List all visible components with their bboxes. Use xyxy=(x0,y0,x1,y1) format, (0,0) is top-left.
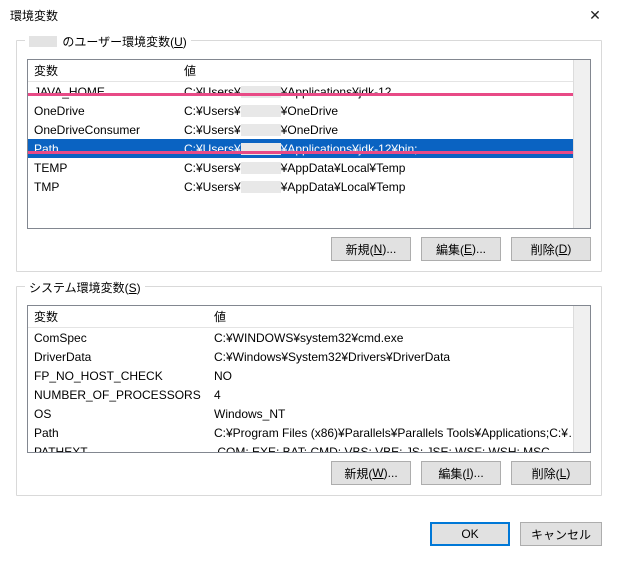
table-row[interactable]: OneDriveConsumerC:¥Users¥¥OneDrive xyxy=(28,120,590,139)
user-edit-button[interactable]: 編集(E)... xyxy=(421,237,501,261)
system-vars-legend: システム環境変数(S) xyxy=(25,279,145,296)
cell-name: ComSpec xyxy=(28,331,208,345)
cell-name: Path xyxy=(28,142,178,156)
system-vars-group: システム環境変数(S) 変数 値 ComSpecC:¥WINDOWS¥syste… xyxy=(16,286,602,496)
cell-value: C:¥WINDOWS¥system32¥cmd.exe xyxy=(208,331,590,345)
user-vars-group: のユーザー環境変数(U) 変数 値 JAVA_HOMEC:¥Users¥¥App… xyxy=(16,40,602,272)
table-row[interactable]: PATHEXT.COM;.EXE;.BAT;.CMD;.VBS;.VBE;.JS… xyxy=(28,442,590,452)
scrollbar[interactable] xyxy=(573,306,590,452)
cell-value: 4 xyxy=(208,388,590,402)
value-redacted xyxy=(241,105,281,117)
system-vars-header[interactable]: 変数 値 xyxy=(28,306,590,328)
value-redacted xyxy=(241,181,281,193)
user-new-button[interactable]: 新規(N)... xyxy=(331,237,411,261)
table-row[interactable]: ComSpecC:¥WINDOWS¥system32¥cmd.exe xyxy=(28,328,590,347)
cell-value: C:¥Program Files (x86)¥Parallels¥Paralle… xyxy=(208,426,590,440)
table-row[interactable]: TMPC:¥Users¥¥AppData¥Local¥Temp xyxy=(28,177,590,196)
cell-value: C:¥Users¥¥OneDrive xyxy=(178,104,590,118)
cell-name: NUMBER_OF_PROCESSORS xyxy=(28,388,208,402)
cancel-button[interactable]: キャンセル xyxy=(520,522,602,546)
user-delete-button[interactable]: 削除(D) xyxy=(511,237,591,261)
username-redacted xyxy=(29,36,57,47)
cell-value: C:¥Users¥¥Applications¥jdk-12 xyxy=(178,85,590,99)
cell-name: TEMP xyxy=(28,161,178,175)
table-row[interactable]: OneDriveC:¥Users¥¥OneDrive xyxy=(28,101,590,120)
cell-name: TMP xyxy=(28,180,178,194)
system-vars-buttons: 新規(W)... 編集(I)... 削除(L) xyxy=(27,461,591,485)
ok-button[interactable]: OK xyxy=(430,522,510,546)
user-vars-buttons: 新規(N)... 編集(E)... 削除(D) xyxy=(27,237,591,261)
col-header-name[interactable]: 変数 xyxy=(28,308,208,325)
user-vars-legend: のユーザー環境変数(U) xyxy=(25,33,191,50)
user-vars-header[interactable]: 変数 値 xyxy=(28,60,590,82)
system-vars-list[interactable]: 変数 値 ComSpecC:¥WINDOWS¥system32¥cmd.exeD… xyxy=(27,305,591,453)
value-redacted xyxy=(241,162,281,174)
cell-name: OneDrive xyxy=(28,104,178,118)
cell-value: Windows_NT xyxy=(208,407,590,421)
table-row[interactable]: DriverDataC:¥Windows¥System32¥Drivers¥Dr… xyxy=(28,347,590,366)
dialog-buttons: OK キャンセル xyxy=(0,522,618,560)
cell-name: FP_NO_HOST_CHECK xyxy=(28,369,208,383)
dialog-content: のユーザー環境変数(U) 変数 値 JAVA_HOMEC:¥Users¥¥App… xyxy=(0,30,618,522)
scrollbar[interactable] xyxy=(573,60,590,228)
cell-value: .COM;.EXE;.BAT;.CMD;.VBS;.VBE;.JS;.JSE;.… xyxy=(208,445,590,453)
value-redacted xyxy=(241,143,281,155)
system-delete-button[interactable]: 削除(L) xyxy=(511,461,591,485)
table-row[interactable]: TEMPC:¥Users¥¥AppData¥Local¥Temp xyxy=(28,158,590,177)
col-header-name[interactable]: 変数 xyxy=(28,62,178,79)
table-row[interactable]: PathC:¥Program Files (x86)¥Parallels¥Par… xyxy=(28,423,590,442)
cell-value: C:¥Users¥¥Applications¥jdk-12¥bin;… xyxy=(178,142,590,156)
cell-value: C:¥Users¥¥AppData¥Local¥Temp xyxy=(178,161,590,175)
cell-name: JAVA_HOME xyxy=(28,85,178,99)
col-header-value[interactable]: 値 xyxy=(208,308,590,325)
system-edit-button[interactable]: 編集(I)... xyxy=(421,461,501,485)
user-vars-list[interactable]: 変数 値 JAVA_HOMEC:¥Users¥¥Applications¥jdk… xyxy=(27,59,591,229)
cell-name: OneDriveConsumer xyxy=(28,123,178,137)
cell-value: C:¥Users¥¥OneDrive xyxy=(178,123,590,137)
value-redacted xyxy=(241,86,281,98)
table-row[interactable]: FP_NO_HOST_CHECKNO xyxy=(28,366,590,385)
close-icon[interactable]: ✕ xyxy=(580,7,610,24)
titlebar: 環境変数 ✕ xyxy=(0,0,618,30)
cell-value: NO xyxy=(208,369,590,383)
col-header-value[interactable]: 値 xyxy=(178,62,590,79)
table-row[interactable]: OSWindows_NT xyxy=(28,404,590,423)
value-redacted xyxy=(241,124,281,136)
cell-name: DriverData xyxy=(28,350,208,364)
table-row[interactable]: NUMBER_OF_PROCESSORS4 xyxy=(28,385,590,404)
table-row[interactable]: JAVA_HOMEC:¥Users¥¥Applications¥jdk-12 xyxy=(28,82,590,101)
cell-value: C:¥Users¥¥AppData¥Local¥Temp xyxy=(178,180,590,194)
table-row[interactable]: PathC:¥Users¥¥Applications¥jdk-12¥bin;… xyxy=(28,139,590,158)
cell-name: OS xyxy=(28,407,208,421)
cell-name: PATHEXT xyxy=(28,445,208,453)
window-title: 環境変数 xyxy=(10,7,58,24)
cell-name: Path xyxy=(28,426,208,440)
system-new-button[interactable]: 新規(W)... xyxy=(331,461,411,485)
cell-value: C:¥Windows¥System32¥Drivers¥DriverData xyxy=(208,350,590,364)
